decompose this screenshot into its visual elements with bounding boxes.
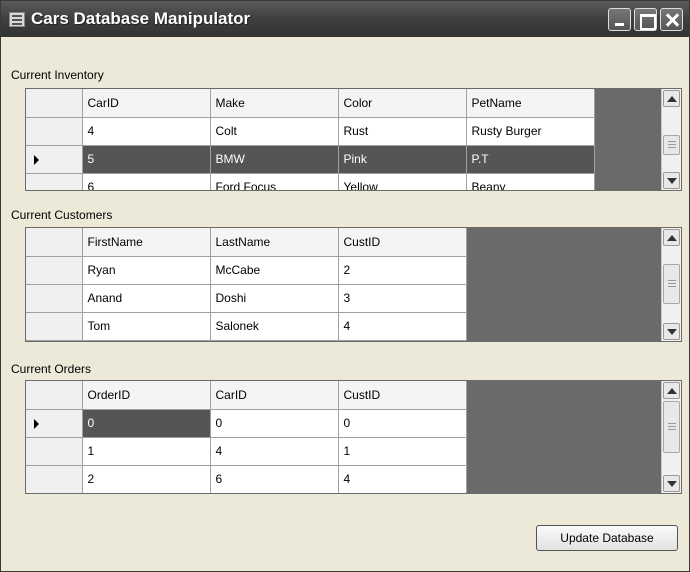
cell[interactable]: McCabe <box>210 256 339 285</box>
cell[interactable]: 1 <box>338 437 467 466</box>
cell[interactable]: 4 <box>82 117 211 146</box>
cell[interactable]: P.T <box>466 145 595 174</box>
column-header[interactable]: Color <box>338 89 467 118</box>
column-header[interactable]: CustID <box>338 228 467 257</box>
orders-table: OrderID CarID CustID 0 0 0 1 4 1 2 6 4 <box>26 381 467 493</box>
main-window: Cars Database Manipulator Current Invent… <box>0 0 690 572</box>
row-header[interactable] <box>26 284 83 313</box>
cell[interactable]: Anand <box>82 284 211 313</box>
cell[interactable]: Pink <box>338 145 467 174</box>
orders-label: Current Orders <box>11 362 92 376</box>
inventory-label: Current Inventory <box>11 68 104 82</box>
cell[interactable]: 2 <box>82 465 211 493</box>
cell[interactable]: Ryan <box>82 256 211 285</box>
scroll-thumb[interactable] <box>663 401 680 453</box>
column-header[interactable]: CarID <box>82 89 211 118</box>
scroll-thumb[interactable] <box>663 135 680 155</box>
customers-scrollbar[interactable] <box>661 228 681 341</box>
cell[interactable]: 6 <box>82 173 211 190</box>
grid-corner[interactable] <box>26 89 83 118</box>
scroll-up-icon[interactable] <box>663 229 680 246</box>
window-title: Cars Database Manipulator <box>31 9 251 28</box>
app-icon[interactable] <box>9 12 25 27</box>
cell[interactable]: 0 <box>82 409 211 438</box>
scroll-up-icon[interactable] <box>663 382 680 399</box>
cell[interactable]: Rust <box>338 117 467 146</box>
column-header[interactable]: FirstName <box>82 228 211 257</box>
table-row[interactable]: 5 BMW Pink P.T <box>26 145 595 174</box>
table-row[interactable]: Ryan McCabe 2 <box>26 256 467 285</box>
column-header[interactable]: Make <box>210 89 339 118</box>
cell[interactable]: 6 <box>210 465 339 493</box>
table-row[interactable]: 0 0 0 <box>26 409 467 438</box>
customers-label: Current Customers <box>11 208 113 222</box>
inventory-header-row: CarID Make Color PetName <box>26 89 595 118</box>
scroll-thumb[interactable] <box>663 264 680 304</box>
table-row[interactable]: 4 Colt Rust Rusty Burger <box>26 117 595 146</box>
current-row-arrow-icon <box>34 154 39 165</box>
cell[interactable]: Doshi <box>210 284 339 313</box>
cell[interactable]: 1 <box>82 437 211 466</box>
cell[interactable]: Ford Focus <box>210 173 339 190</box>
scroll-down-icon[interactable] <box>663 323 680 340</box>
column-header[interactable]: PetName <box>466 89 595 118</box>
close-button[interactable] <box>660 8 683 31</box>
cell[interactable]: 4 <box>338 465 467 493</box>
cell[interactable]: BMW <box>210 145 339 174</box>
column-header[interactable]: CarID <box>210 381 339 410</box>
grid-corner[interactable] <box>26 228 83 257</box>
table-row[interactable]: Anand Doshi 3 <box>26 284 467 313</box>
cell[interactable]: 4 <box>210 437 339 466</box>
row-header[interactable] <box>26 117 83 146</box>
scroll-down-icon[interactable] <box>663 475 680 492</box>
cell[interactable]: Salonek <box>210 312 339 341</box>
row-header[interactable] <box>26 256 83 285</box>
column-header[interactable]: OrderID <box>82 381 211 410</box>
cell[interactable]: 2 <box>338 256 467 285</box>
column-header[interactable]: LastName <box>210 228 339 257</box>
customers-table: FirstName LastName CustID Ryan McCabe 2 … <box>26 228 467 341</box>
inventory-table: CarID Make Color PetName 4 Colt Rust Rus… <box>26 89 595 190</box>
cell[interactable]: 0 <box>210 409 339 438</box>
row-header[interactable] <box>26 173 83 190</box>
customers-grid[interactable]: FirstName LastName CustID Ryan McCabe 2 … <box>25 227 682 342</box>
cell[interactable]: 3 <box>338 284 467 313</box>
row-header[interactable] <box>26 312 83 341</box>
title-bar[interactable]: Cars Database Manipulator <box>1 1 689 37</box>
cell[interactable]: Rusty Burger <box>466 117 595 146</box>
row-header[interactable] <box>26 145 83 174</box>
inventory-scrollbar[interactable] <box>661 89 681 190</box>
table-row[interactable]: Tom Salonek 4 <box>26 312 467 341</box>
row-header[interactable] <box>26 437 83 466</box>
cell[interactable]: 5 <box>82 145 211 174</box>
cell[interactable]: 4 <box>338 312 467 341</box>
cell[interactable]: 0 <box>338 409 467 438</box>
minimize-button[interactable] <box>608 8 631 31</box>
customers-header-row: FirstName LastName CustID <box>26 228 467 257</box>
table-row[interactable]: 1 4 1 <box>26 437 467 466</box>
cell[interactable]: Tom <box>82 312 211 341</box>
scroll-down-icon[interactable] <box>663 172 680 189</box>
orders-header-row: OrderID CarID CustID <box>26 381 467 410</box>
column-header[interactable]: CustID <box>338 381 467 410</box>
inventory-grid[interactable]: CarID Make Color PetName 4 Colt Rust Rus… <box>25 88 682 191</box>
grid-corner[interactable] <box>26 381 83 410</box>
cell[interactable]: Yellow <box>338 173 467 190</box>
cell[interactable]: Colt <box>210 117 339 146</box>
maximize-button[interactable] <box>634 8 657 31</box>
row-header[interactable] <box>26 409 83 438</box>
scroll-up-icon[interactable] <box>663 90 680 107</box>
row-header[interactable] <box>26 465 83 493</box>
table-row[interactable]: 2 6 4 <box>26 465 467 493</box>
cell[interactable]: Beany <box>466 173 595 190</box>
orders-scrollbar[interactable] <box>661 381 681 493</box>
current-row-arrow-icon <box>34 418 39 429</box>
table-row[interactable]: 6 Ford Focus Yellow Beany <box>26 173 595 190</box>
orders-grid[interactable]: OrderID CarID CustID 0 0 0 1 4 1 2 6 4 <box>25 380 682 494</box>
update-database-button[interactable]: Update Database <box>536 525 678 551</box>
